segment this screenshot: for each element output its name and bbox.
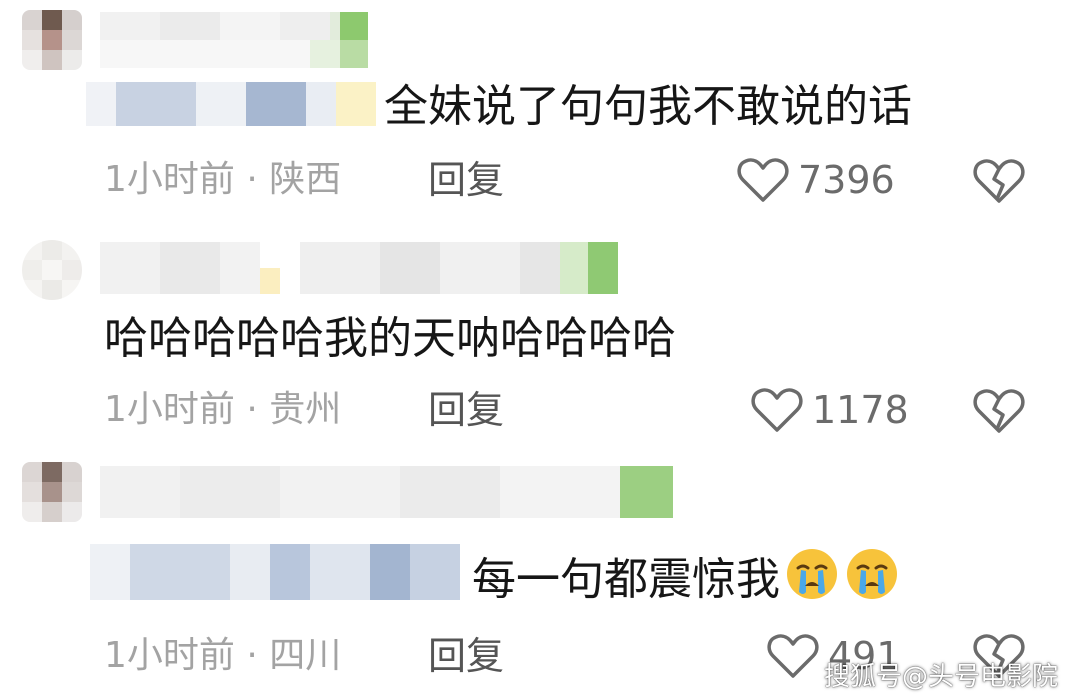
avatar[interactable] [22, 240, 82, 300]
comment-text: 全妹说了句句我不敢说的话 [384, 81, 912, 132]
avatar[interactable] [22, 10, 82, 70]
like-button[interactable]: 7396 [736, 156, 895, 204]
like-count: 7396 [798, 158, 895, 202]
reply-button[interactable]: 回复 [428, 158, 504, 202]
broken-heart-icon[interactable] [972, 155, 1026, 205]
crying-face-emoji [847, 549, 897, 599]
blurred-username [100, 12, 370, 68]
blurred-username [100, 242, 620, 294]
blurred-text-prefix [86, 82, 376, 126]
comment-text: 每一句都震惊我 [472, 546, 900, 607]
blurred-username [100, 466, 675, 518]
blurred-text-prefix [90, 544, 460, 600]
comment-text: 哈哈哈哈哈我的天呐哈哈哈哈 [104, 313, 676, 364]
heart-outline-icon [737, 158, 789, 202]
comment-item: 全妹说了句句我不敢说的话 1小时前 · 陕西 回复 7396 [0, 0, 1080, 230]
comment-time-location: 1小时前 · 四川 [104, 635, 342, 676]
reply-button[interactable]: 回复 [428, 634, 504, 678]
comment-time-location: 1小时前 · 陕西 [104, 159, 342, 200]
comment-item: 哈哈哈哈哈我的天呐哈哈哈哈 1小时前 · 贵州 回复 1178 [0, 230, 1080, 450]
comment-text-content: 每一句都震惊我 [472, 554, 780, 605]
avatar[interactable] [22, 462, 82, 522]
comment-time-location: 1小时前 · 贵州 [104, 389, 342, 430]
heart-outline-icon [767, 634, 819, 678]
crying-face-emoji [787, 549, 837, 599]
watermark: 搜狐号@头号电影院 [823, 662, 1058, 692]
like-button[interactable]: 1178 [750, 386, 909, 434]
broken-heart-icon[interactable] [972, 385, 1026, 435]
heart-outline-icon [751, 388, 803, 432]
like-count: 1178 [812, 388, 909, 432]
reply-button[interactable]: 回复 [428, 388, 504, 432]
